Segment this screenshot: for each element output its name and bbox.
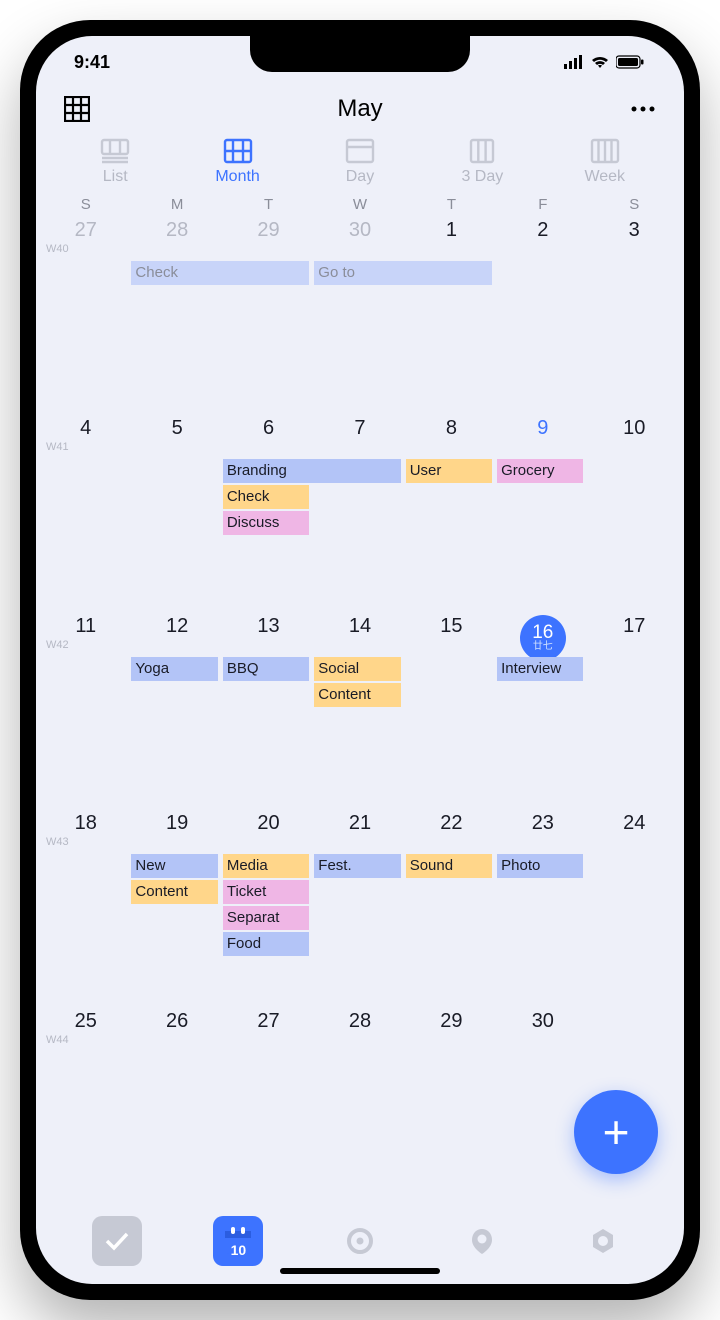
- calendar-event[interactable]: Content: [314, 683, 400, 707]
- status-time: 9:41: [74, 52, 110, 73]
- calendar-event[interactable]: Separat: [223, 906, 309, 930]
- calendar-event[interactable]: User: [406, 459, 492, 483]
- battery-icon: [616, 55, 644, 69]
- view-tabs: List Month Day 3 Day Week: [36, 134, 684, 194]
- calendar-event[interactable]: Content: [131, 880, 217, 904]
- calendar-event[interactable]: Check: [131, 261, 309, 285]
- date-cell[interactable]: 18W43: [40, 808, 131, 854]
- week-number: W41: [46, 441, 69, 453]
- add-event-fab[interactable]: +: [574, 1090, 658, 1174]
- date-cell[interactable]: 19: [131, 808, 222, 854]
- tab-month-label: Month: [215, 168, 259, 186]
- weekday-label: T: [406, 196, 497, 213]
- date-cell[interactable]: [589, 1006, 680, 1052]
- header: May: [36, 88, 684, 134]
- week-number: W43: [46, 836, 69, 848]
- tab-week-label: Week: [584, 168, 625, 186]
- date-cell[interactable]: 4W41: [40, 413, 131, 459]
- date-cell[interactable]: 11W42: [40, 611, 131, 657]
- date-cell[interactable]: 7: [314, 413, 405, 459]
- week-number: W44: [46, 1034, 69, 1046]
- date-cell[interactable]: 5: [131, 413, 222, 459]
- date-cell[interactable]: 27W40: [40, 215, 131, 261]
- date-cell[interactable]: 21: [314, 808, 405, 854]
- calendar-event[interactable]: Photo: [497, 854, 583, 878]
- calendar-event[interactable]: Ticket: [223, 880, 309, 904]
- wifi-icon: [590, 55, 610, 69]
- cellular-icon: [564, 55, 584, 69]
- tab-3day-label: 3 Day: [461, 168, 503, 186]
- calendar-event[interactable]: Sound: [406, 854, 492, 878]
- date-cell[interactable]: 3: [589, 215, 680, 261]
- date-cell[interactable]: 27: [223, 1006, 314, 1052]
- weekday-header: SMTWTFS: [36, 194, 684, 215]
- nav-focus[interactable]: [335, 1216, 385, 1266]
- month-grid[interactable]: 27W40282930123CheckGo to4W415678910Brand…: [36, 215, 684, 1204]
- weekday-label: W: [314, 196, 405, 213]
- date-cell[interactable]: 25W44: [40, 1006, 131, 1052]
- date-cell[interactable]: 2: [497, 215, 588, 261]
- weekday-label: S: [589, 196, 680, 213]
- more-icon[interactable]: [628, 94, 658, 124]
- calendar-event[interactable]: Grocery: [497, 459, 583, 483]
- weekday-label: M: [131, 196, 222, 213]
- tab-list-label: List: [103, 168, 128, 186]
- nav-habit[interactable]: [457, 1216, 507, 1266]
- calendar-event[interactable]: Discuss: [223, 511, 309, 535]
- date-cell[interactable]: 20: [223, 808, 314, 854]
- date-cell[interactable]: 26: [131, 1006, 222, 1052]
- weekday-label: T: [223, 196, 314, 213]
- status-indicators: [564, 55, 644, 69]
- calendar-event[interactable]: Yoga: [131, 657, 217, 681]
- tab-day[interactable]: Day: [315, 138, 405, 186]
- calendar-event[interactable]: Check: [223, 485, 309, 509]
- tab-list[interactable]: List: [70, 138, 160, 186]
- nav-settings[interactable]: [578, 1216, 628, 1266]
- date-cell[interactable]: 28: [314, 1006, 405, 1052]
- date-cell[interactable]: 16廿七: [497, 611, 588, 657]
- weekday-label: F: [497, 196, 588, 213]
- calendar-event[interactable]: New: [131, 854, 217, 878]
- date-cell[interactable]: 15: [406, 611, 497, 657]
- grid-view-icon[interactable]: [62, 94, 92, 124]
- calendar-event[interactable]: Interview: [497, 657, 583, 681]
- tab-week[interactable]: Week: [560, 138, 650, 186]
- calendar-event[interactable]: Branding: [223, 459, 401, 483]
- tab-3day[interactable]: 3 Day: [437, 138, 527, 186]
- calendar-event[interactable]: Social: [314, 657, 400, 681]
- date-cell[interactable]: 22: [406, 808, 497, 854]
- date-cell[interactable]: 9: [497, 413, 588, 459]
- week-number: W40: [46, 243, 69, 255]
- calendar-event[interactable]: Go to: [314, 261, 492, 285]
- nav-tasks[interactable]: [92, 1216, 142, 1266]
- date-cell[interactable]: 17: [589, 611, 680, 657]
- calendar-event[interactable]: Media: [223, 854, 309, 878]
- date-cell[interactable]: 6: [223, 413, 314, 459]
- week-number: W42: [46, 639, 69, 651]
- nav-calendar-day: 10: [231, 1242, 247, 1258]
- date-cell[interactable]: 30: [497, 1006, 588, 1052]
- home-indicator[interactable]: [280, 1268, 440, 1274]
- calendar-event[interactable]: BBQ: [223, 657, 309, 681]
- plus-icon: +: [603, 1105, 630, 1159]
- calendar-event[interactable]: Food: [223, 932, 309, 956]
- tab-day-label: Day: [346, 168, 374, 186]
- calendar-event[interactable]: Fest.: [314, 854, 400, 878]
- date-cell[interactable]: 8: [406, 413, 497, 459]
- date-cell[interactable]: 30: [314, 215, 405, 261]
- page-title[interactable]: May: [337, 95, 382, 123]
- date-cell[interactable]: 10: [589, 413, 680, 459]
- date-cell[interactable]: 24: [589, 808, 680, 854]
- date-cell[interactable]: 1: [406, 215, 497, 261]
- date-cell[interactable]: 29: [223, 215, 314, 261]
- tab-month[interactable]: Month: [193, 138, 283, 186]
- date-cell[interactable]: 14: [314, 611, 405, 657]
- date-cell[interactable]: 13: [223, 611, 314, 657]
- date-cell[interactable]: 28: [131, 215, 222, 261]
- date-cell[interactable]: 23: [497, 808, 588, 854]
- weekday-label: S: [40, 196, 131, 213]
- date-cell[interactable]: 12: [131, 611, 222, 657]
- nav-calendar[interactable]: 10: [213, 1216, 263, 1266]
- date-cell[interactable]: 29: [406, 1006, 497, 1052]
